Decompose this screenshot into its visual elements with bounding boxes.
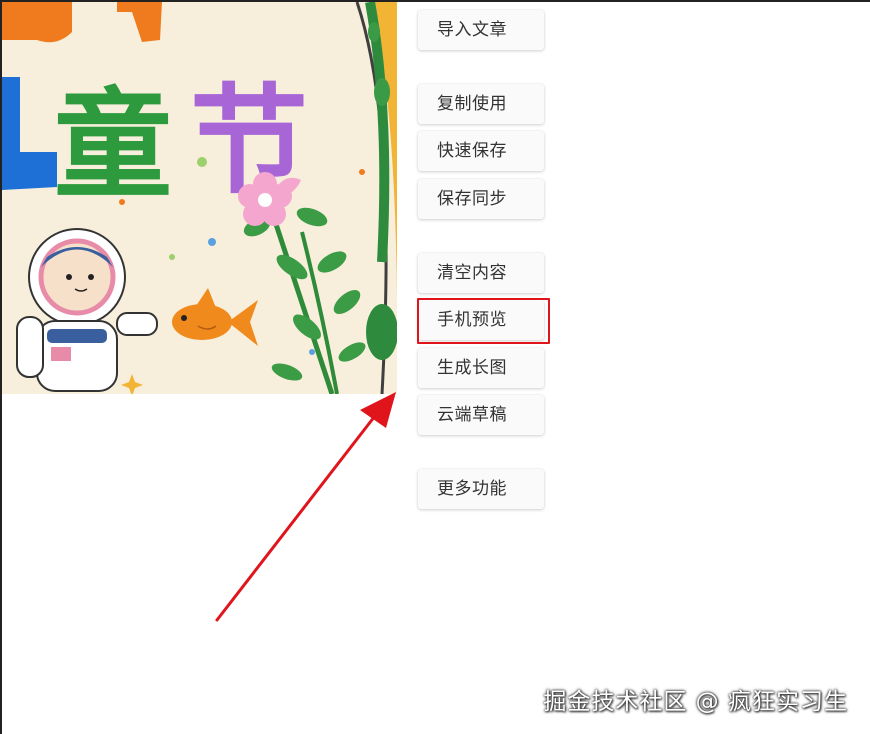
watermark: 掘金技术社区 @ 疯狂实习生 <box>543 689 848 715</box>
copy-use-button[interactable]: 复制使用 <box>418 84 544 124</box>
clear-content-button[interactable]: 清空内容 <box>418 253 544 293</box>
quick-save-button[interactable]: 快速保存 <box>418 131 544 171</box>
poster-char-tong: 童 <box>54 76 172 214</box>
save-sync-button[interactable]: 保存同步 <box>418 179 544 219</box>
generate-long-image-button[interactable]: 生成长图 <box>418 348 544 388</box>
childrens-day-poster-image: 童 节 <box>2 2 397 394</box>
more-features-button[interactable]: 更多功能 <box>418 469 544 509</box>
arrowhead-icon <box>360 392 396 428</box>
highlight-annotation-box <box>417 298 550 344</box>
cloud-draft-button[interactable]: 云端草稿 <box>418 395 544 435</box>
poster-illustration: 童 节 <box>2 2 397 394</box>
import-article-button[interactable]: 导入文章 <box>418 10 544 50</box>
